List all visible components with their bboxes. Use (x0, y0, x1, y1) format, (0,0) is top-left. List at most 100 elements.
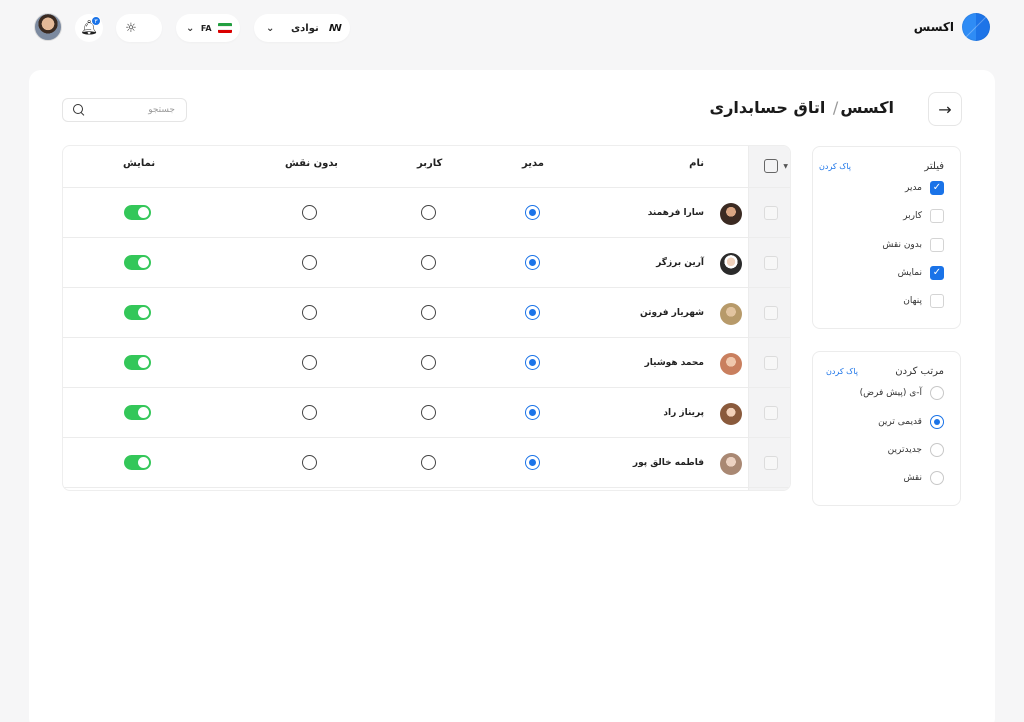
role-radio-admin[interactable] (525, 305, 540, 320)
sort-radio-alphabetical[interactable] (930, 386, 944, 400)
filter-clear-link[interactable]: پاک کردن (819, 162, 851, 171)
breadcrumb-separator: / (832, 98, 839, 117)
sort-radio-newest[interactable] (930, 443, 944, 457)
row-checkbox[interactable] (764, 306, 778, 320)
table-row[interactable]: شهریار فروتن (63, 288, 790, 338)
sort-clear-link[interactable]: پاک کردن (826, 367, 858, 376)
filter-checkbox-admin[interactable]: ✓ (930, 181, 944, 195)
table-row[interactable]: سارا فرهمند (63, 188, 790, 238)
visibility-toggle[interactable] (124, 455, 151, 470)
role-radio-no-role[interactable] (302, 355, 317, 370)
table-row[interactable]: محمد هوشیار (63, 338, 790, 388)
iran-flag-icon (217, 23, 232, 33)
chevron-down-icon: ⌄ (266, 22, 275, 34)
role-radio-admin[interactable] (525, 355, 540, 370)
filter-option-label: بدون نقش (882, 240, 922, 250)
back-button[interactable]: → (928, 92, 962, 126)
brand[interactable]: اکسس (914, 13, 990, 41)
role-radio-user[interactable] (421, 355, 436, 370)
avatar (720, 353, 742, 375)
sort-radio-oldest[interactable] (930, 415, 944, 429)
role-radio-admin[interactable] (525, 205, 540, 220)
filter-option-hidden[interactable]: پنهان (903, 294, 944, 308)
role-radio-no-role[interactable] (302, 305, 317, 320)
select-all-checkbox[interactable] (764, 159, 778, 173)
visibility-toggle[interactable] (124, 205, 151, 220)
table-row[interactable]: آرین برزگر (63, 238, 790, 288)
role-radio-no-role[interactable] (302, 205, 317, 220)
sort-option-alphabetical[interactable]: آ-ی (پیش فرض) (860, 386, 944, 400)
sort-option-label: جدیدترین (887, 445, 922, 455)
column-header-user[interactable]: کاربر (417, 158, 442, 169)
breadcrumb-root[interactable]: اکسس (840, 98, 894, 117)
role-radio-user[interactable] (421, 305, 436, 320)
search-input[interactable] (85, 105, 175, 115)
role-radio-user[interactable] (421, 455, 436, 470)
user-name: محمد هوشیار (644, 358, 704, 368)
row-checkbox[interactable] (764, 206, 778, 220)
arrow-right-icon: → (938, 99, 952, 119)
role-radio-user[interactable] (421, 405, 436, 420)
filter-option-user[interactable]: کاربر (903, 209, 944, 223)
role-radio-user[interactable] (421, 205, 436, 220)
visibility-toggle[interactable] (124, 305, 151, 320)
users-table: ▼ نام مدیر کاربر بدون نقش نمایش سارا فره… (62, 145, 791, 491)
sort-title: مرتب کردن (895, 366, 944, 377)
role-radio-admin[interactable] (525, 255, 540, 270)
sort-option-label: قدیمی ترین (878, 417, 922, 427)
user-avatar[interactable] (34, 13, 62, 41)
column-header-admin[interactable]: مدیر (522, 158, 544, 169)
sort-radio-role[interactable] (930, 471, 944, 485)
filter-checkbox-hidden[interactable] (930, 294, 944, 308)
theme-toggle[interactable]: ☼ (116, 14, 162, 42)
filter-option-admin[interactable]: مدیر ✓ (905, 181, 944, 195)
language-code: FA (200, 23, 212, 33)
filter-option-label: مدیر (904, 183, 922, 193)
role-radio-user[interactable] (421, 255, 436, 270)
column-header-no-role[interactable]: بدون نقش (285, 158, 338, 169)
table-header: ▼ نام مدیر کاربر بدون نقش نمایش (63, 146, 790, 188)
role-radio-no-role[interactable] (302, 255, 317, 270)
search-box[interactable] (62, 98, 187, 122)
avatar (720, 203, 742, 225)
table-row[interactable]: فاطمه خالق پور (63, 438, 790, 488)
filter-option-visible[interactable]: نمایش ✓ (898, 266, 944, 280)
column-header-name[interactable]: نام (689, 158, 704, 169)
breadcrumb-current: اتاق حسابداری (709, 98, 826, 117)
filter-option-label: پنهان (903, 296, 922, 306)
row-checkbox[interactable] (764, 256, 778, 270)
role-radio-admin[interactable] (525, 405, 540, 420)
user-name: سارا فرهمند (647, 208, 704, 218)
workspace-selector[interactable]: ⌄ نوادی ꟿ (254, 14, 350, 42)
avatar (720, 253, 742, 275)
role-radio-no-role[interactable] (302, 455, 317, 470)
row-checkbox[interactable] (764, 356, 778, 370)
workspace-logo-icon: ꟿ (328, 22, 342, 34)
filter-option-no-role[interactable]: بدون نقش (882, 238, 944, 252)
row-checkbox[interactable] (764, 406, 778, 420)
row-checkbox[interactable] (764, 456, 778, 470)
visibility-toggle[interactable] (124, 355, 151, 370)
filter-checkbox-visible[interactable]: ✓ (930, 266, 944, 280)
column-header-visible[interactable]: نمایش (123, 158, 155, 169)
filter-checkbox-no-role[interactable] (930, 238, 944, 252)
sort-option-newest[interactable]: جدیدترین (888, 443, 944, 457)
user-name: شهریار فروتن (639, 308, 704, 318)
top-bar: اکسس ⌄ نوادی ꟿ ⌄ FA ☼ 🔔︎ ۳ (0, 0, 1024, 56)
sort-option-oldest[interactable]: قدیمی ترین (878, 415, 944, 429)
brand-logo-icon (962, 13, 990, 41)
main-card: → اکسس/ اتاق حسابداری فیلتر پاک کردن مدی… (29, 70, 995, 722)
page-title: اکسس/ اتاق حسابداری (710, 98, 894, 117)
sort-option-role[interactable]: نقش (903, 471, 944, 485)
visibility-toggle[interactable] (124, 405, 151, 420)
language-selector[interactable]: ⌄ FA (176, 14, 240, 42)
caret-down-icon[interactable]: ▼ (783, 163, 788, 170)
role-radio-admin[interactable] (525, 455, 540, 470)
notifications-button[interactable]: 🔔︎ ۳ (75, 14, 103, 42)
table-row[interactable]: پریناز راد (63, 388, 790, 438)
filter-checkbox-user[interactable] (930, 209, 944, 223)
role-radio-no-role[interactable] (302, 405, 317, 420)
filter-option-label: نمایش (897, 268, 922, 278)
filter-title: فیلتر (924, 161, 944, 172)
visibility-toggle[interactable] (124, 255, 151, 270)
